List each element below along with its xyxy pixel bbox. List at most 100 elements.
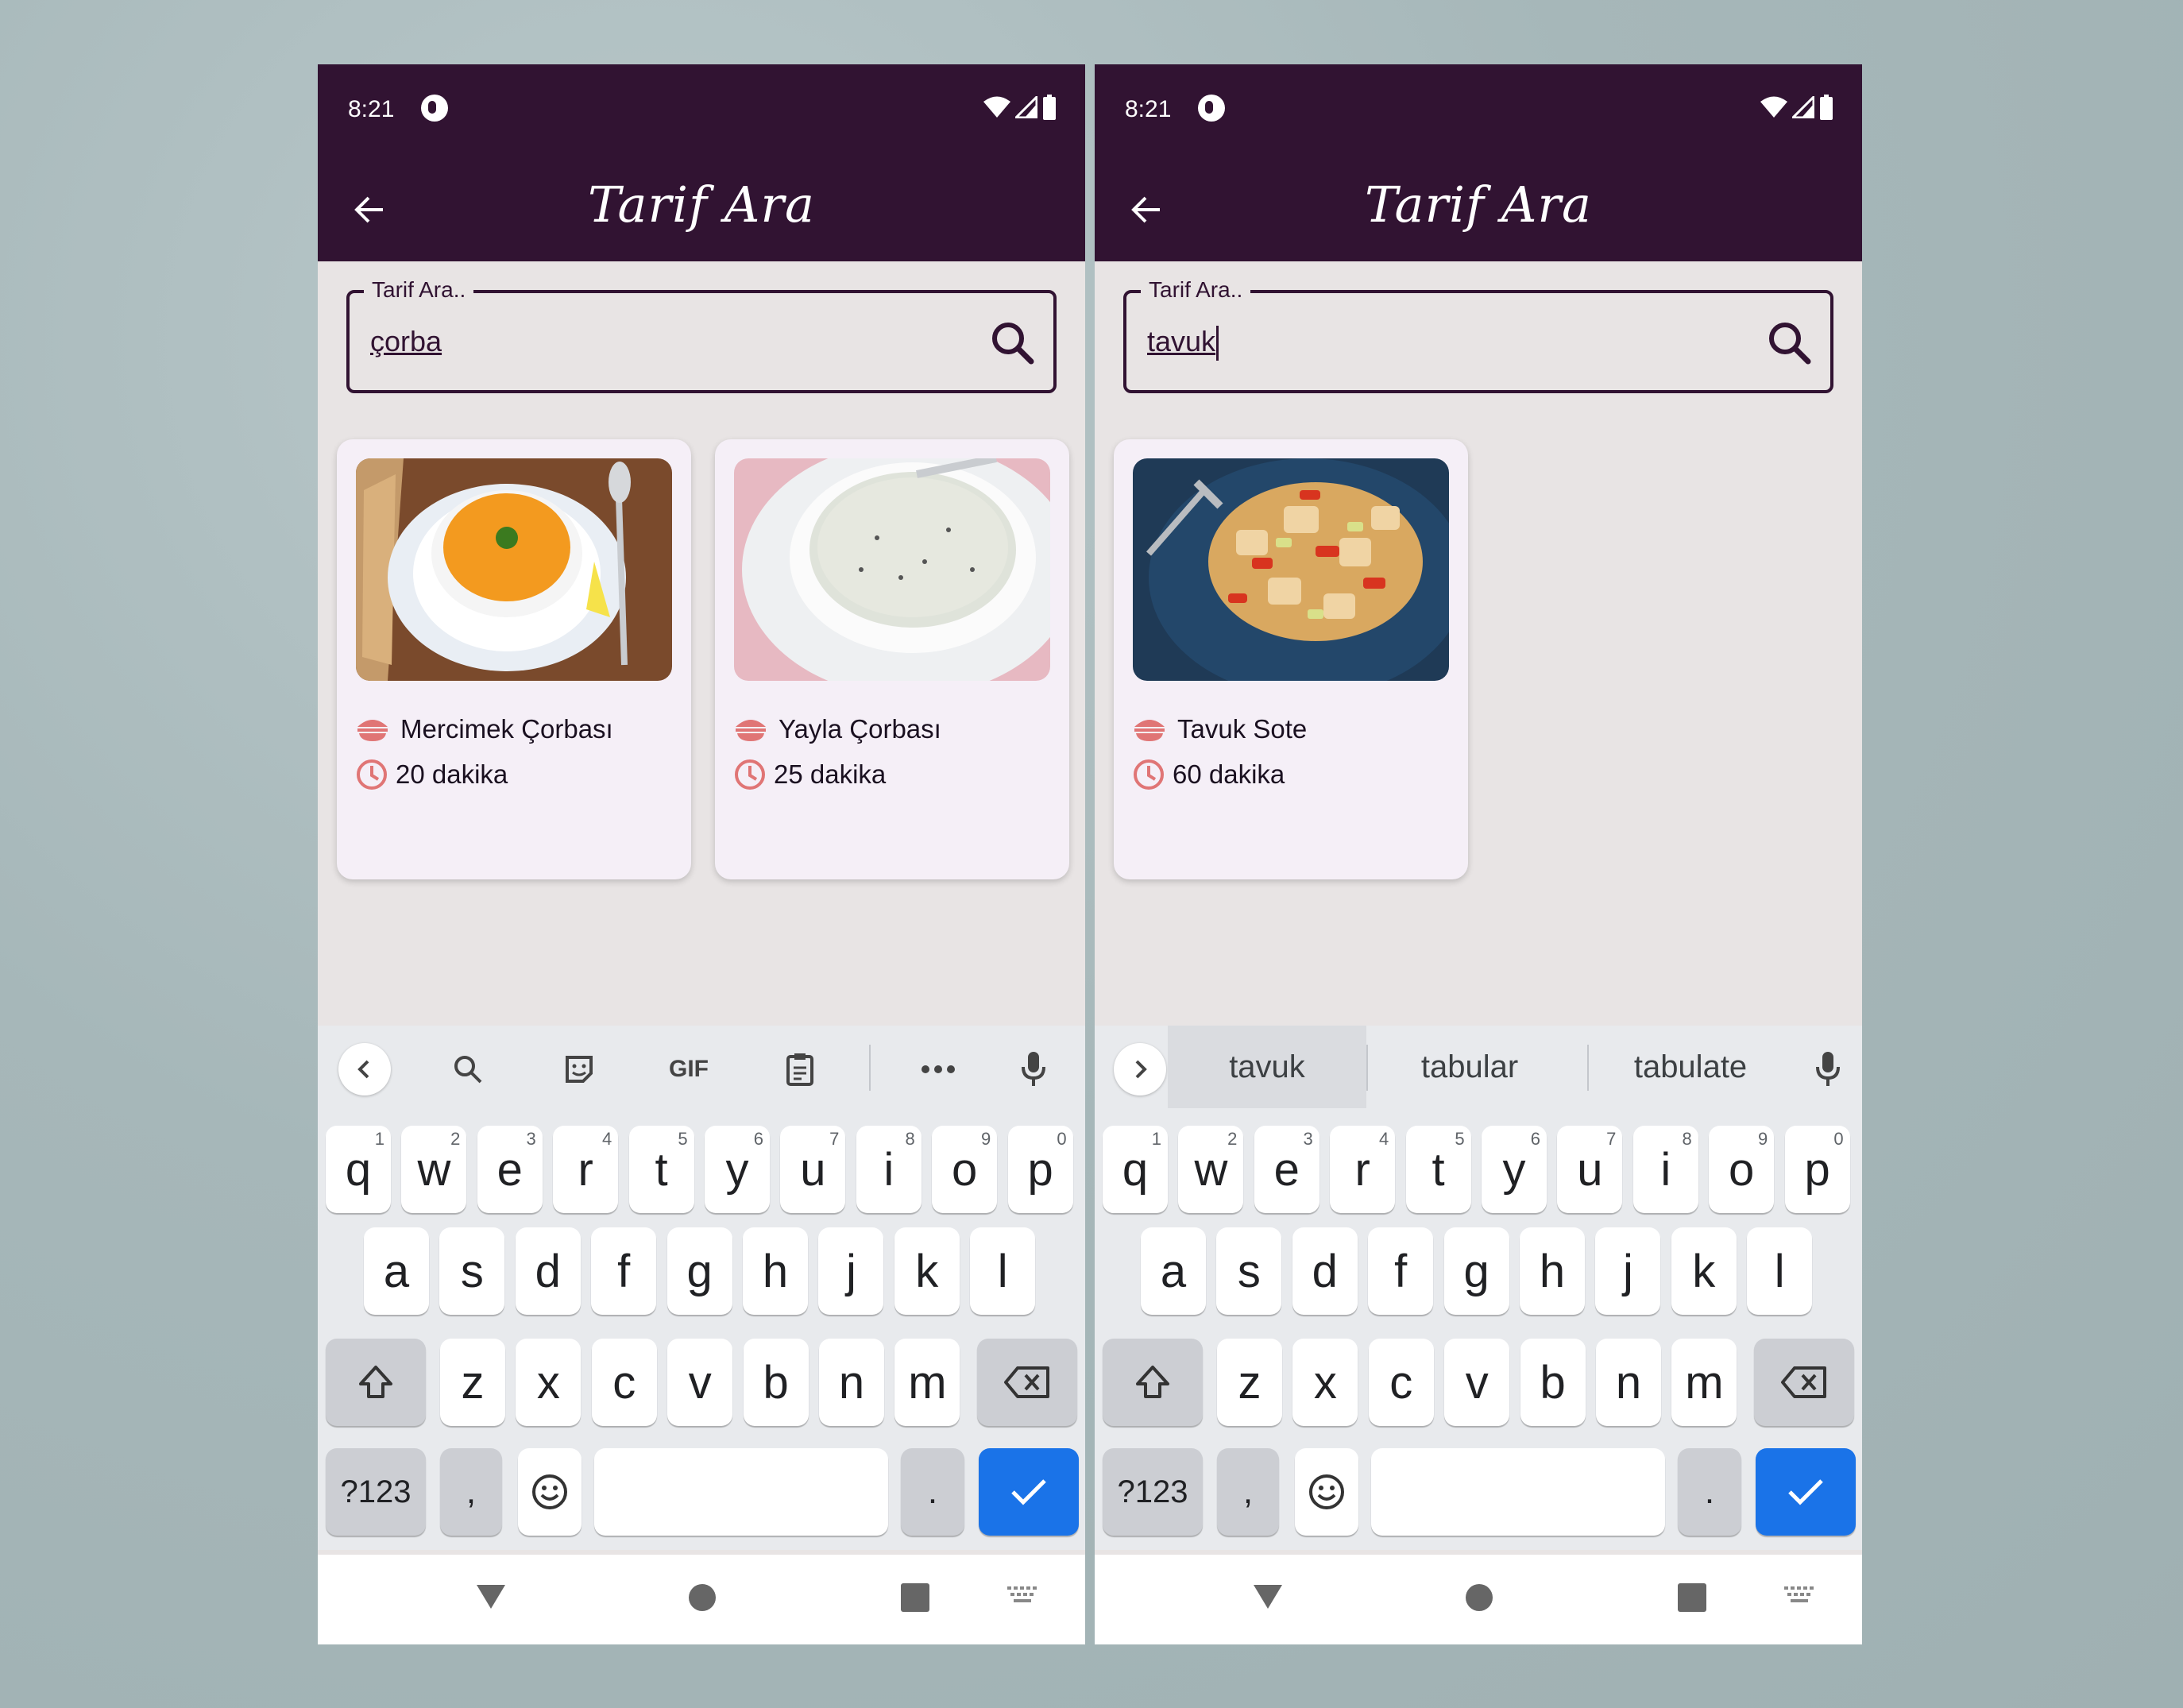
microphone-icon[interactable] xyxy=(1802,1043,1854,1096)
key-x[interactable]: x xyxy=(1292,1339,1358,1426)
key-g[interactable]: g xyxy=(666,1227,732,1315)
back-triangle-icon[interactable] xyxy=(475,1582,507,1610)
key-w[interactable]: w2 xyxy=(1178,1126,1244,1213)
key-h[interactable]: h xyxy=(743,1227,808,1315)
period-key[interactable]: . xyxy=(901,1448,964,1536)
recents-square-icon[interactable] xyxy=(1678,1583,1706,1612)
recipe-card[interactable]: Tavuk Sote 60 dakika xyxy=(1114,439,1468,879)
key-m[interactable]: m xyxy=(894,1339,960,1426)
back-triangle-icon[interactable] xyxy=(1252,1582,1284,1610)
enter-key[interactable] xyxy=(979,1448,1079,1536)
key-v[interactable]: v xyxy=(1444,1339,1510,1426)
key-n[interactable]: n xyxy=(1596,1339,1661,1426)
symbols-key[interactable]: ?123 xyxy=(1103,1448,1203,1536)
key-i[interactable]: i8 xyxy=(1632,1126,1698,1213)
key-b[interactable]: b xyxy=(743,1339,809,1426)
key-n[interactable]: n xyxy=(819,1339,884,1426)
key-w[interactable]: w2 xyxy=(401,1126,467,1213)
suggestion-item[interactable]: tavuk xyxy=(1168,1026,1366,1108)
key-y[interactable]: y6 xyxy=(1482,1126,1547,1213)
recipe-card[interactable]: Yayla Çorbası 25 dakika xyxy=(715,439,1069,879)
keyboard-switch-icon[interactable] xyxy=(1784,1586,1816,1607)
search-field[interactable]: Tarif Ara.. çorba xyxy=(346,277,1057,393)
key-f[interactable]: f xyxy=(1368,1227,1434,1315)
enter-key[interactable] xyxy=(1756,1448,1856,1536)
key-m[interactable]: m xyxy=(1671,1339,1737,1426)
key-c[interactable]: c xyxy=(591,1339,657,1426)
keyboard-switch-icon[interactable] xyxy=(1007,1586,1039,1607)
symbols-key[interactable]: ?123 xyxy=(326,1448,426,1536)
backspace-key[interactable] xyxy=(977,1339,1077,1426)
recipe-card[interactable]: Mercimek Çorbası 20 dakika xyxy=(337,439,691,879)
key-d[interactable]: d xyxy=(515,1227,581,1315)
space-key[interactable] xyxy=(594,1448,888,1536)
key-j[interactable]: j xyxy=(1595,1227,1661,1315)
key-z[interactable]: z xyxy=(440,1339,505,1426)
suggestion-item[interactable]: tabular xyxy=(1368,1026,1571,1108)
key-a[interactable]: a xyxy=(1141,1227,1206,1315)
key-p[interactable]: p0 xyxy=(1007,1126,1073,1213)
key-b[interactable]: b xyxy=(1520,1339,1586,1426)
search-input-wrap[interactable]: tavuk xyxy=(1147,325,1219,361)
search-icon[interactable] xyxy=(442,1043,494,1096)
more-icon[interactable] xyxy=(912,1043,964,1096)
key-o[interactable]: o9 xyxy=(1709,1126,1775,1213)
comma-key[interactable]: , xyxy=(440,1448,502,1536)
key-s[interactable]: s xyxy=(1216,1227,1282,1315)
search-icon[interactable] xyxy=(988,319,1036,366)
key-p[interactable]: p0 xyxy=(1784,1126,1850,1213)
key-h[interactable]: h xyxy=(1520,1227,1585,1315)
shift-key[interactable] xyxy=(1103,1339,1203,1426)
search-field[interactable]: Tarif Ara.. tavuk xyxy=(1123,277,1833,393)
clipboard-icon[interactable] xyxy=(774,1043,826,1096)
recents-square-icon[interactable] xyxy=(901,1583,929,1612)
key-t[interactable]: t5 xyxy=(1405,1126,1471,1213)
key-o[interactable]: o9 xyxy=(932,1126,998,1213)
key-q[interactable]: q1 xyxy=(1103,1126,1168,1213)
key-x[interactable]: x xyxy=(516,1339,581,1426)
microphone-icon[interactable] xyxy=(1007,1043,1060,1096)
key-t[interactable]: t5 xyxy=(628,1126,694,1213)
key-a[interactable]: a xyxy=(364,1227,429,1315)
key-s[interactable]: s xyxy=(439,1227,505,1315)
key-k[interactable]: k xyxy=(894,1227,960,1315)
emoji-key[interactable] xyxy=(518,1448,581,1536)
key-e[interactable]: e3 xyxy=(1254,1126,1319,1213)
key-c[interactable]: c xyxy=(1368,1339,1434,1426)
key-l[interactable]: l xyxy=(970,1227,1036,1315)
chevron-right-icon[interactable] xyxy=(1114,1043,1166,1096)
search-input[interactable]: tavuk xyxy=(1147,325,1215,357)
key-r[interactable]: r4 xyxy=(553,1126,619,1213)
key-u[interactable]: u7 xyxy=(780,1126,846,1213)
key-u[interactable]: u7 xyxy=(1557,1126,1623,1213)
key-j[interactable]: j xyxy=(818,1227,884,1315)
key-r[interactable]: r4 xyxy=(1330,1126,1396,1213)
space-key[interactable] xyxy=(1371,1448,1665,1536)
chevron-left-icon[interactable] xyxy=(338,1043,391,1096)
key-hint: 6 xyxy=(753,1129,763,1149)
suggestion-item[interactable]: tabulate xyxy=(1589,1026,1792,1108)
key-f[interactable]: f xyxy=(591,1227,657,1315)
key-e[interactable]: e3 xyxy=(477,1126,543,1213)
key-k[interactable]: k xyxy=(1671,1227,1737,1315)
search-icon[interactable] xyxy=(1765,319,1813,366)
backspace-key[interactable] xyxy=(1754,1339,1854,1426)
key-hint: 7 xyxy=(1606,1129,1617,1149)
key-i[interactable]: i8 xyxy=(856,1126,921,1213)
search-input[interactable]: çorba xyxy=(370,325,442,358)
emoji-key[interactable] xyxy=(1295,1448,1358,1536)
key-l[interactable]: l xyxy=(1747,1227,1813,1315)
sticker-icon[interactable] xyxy=(553,1043,605,1096)
gif-button[interactable]: GIF xyxy=(663,1043,715,1096)
key-d[interactable]: d xyxy=(1292,1227,1358,1315)
key-g[interactable]: g xyxy=(1443,1227,1509,1315)
key-q[interactable]: q1 xyxy=(326,1126,391,1213)
period-key[interactable]: . xyxy=(1678,1448,1741,1536)
key-v[interactable]: v xyxy=(667,1339,733,1426)
comma-key[interactable]: , xyxy=(1217,1448,1279,1536)
shift-key[interactable] xyxy=(326,1339,426,1426)
key-z[interactable]: z xyxy=(1217,1339,1282,1426)
home-circle-icon[interactable] xyxy=(688,1583,717,1612)
key-y[interactable]: y6 xyxy=(705,1126,770,1213)
home-circle-icon[interactable] xyxy=(1465,1583,1493,1612)
